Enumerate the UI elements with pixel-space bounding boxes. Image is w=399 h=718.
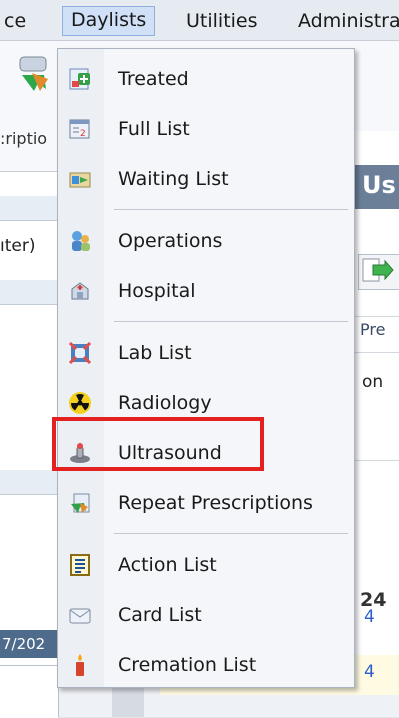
menu-item-label: Operations <box>118 230 223 252</box>
menu-item-label: Card List <box>118 604 202 626</box>
menu-separator <box>114 209 348 210</box>
menu-service[interactable]: ce <box>0 8 34 34</box>
cremation-candle-icon <box>76 654 84 676</box>
menu-item-full-list[interactable]: 2 Full List <box>58 105 354 155</box>
prescription-icon[interactable] <box>14 53 54 93</box>
menu-item-hospital[interactable]: Hospital <box>58 267 354 317</box>
menu-item-label: Repeat Prescriptions <box>118 492 313 514</box>
menu-item-waiting-list[interactable]: Waiting List <box>58 155 354 205</box>
daylists-menu: Treated 2 Full List Waiting List Operati… <box>57 48 355 688</box>
menu-item-treated[interactable]: Treated <box>58 55 354 105</box>
waiting-list-icon <box>69 172 91 188</box>
arrow-right-icon <box>362 258 394 282</box>
list-link[interactable]: 4 <box>364 662 375 682</box>
menu-item-label: Hospital <box>118 280 196 302</box>
menu-item-label: Treated <box>118 68 189 90</box>
forward-button[interactable] <box>358 254 399 290</box>
treated-icon <box>69 68 90 90</box>
right-panel-text: on <box>362 372 384 392</box>
menu-item-label: Waiting List <box>118 168 229 190</box>
left-panel-strip-2 <box>0 470 58 495</box>
menu-separator <box>114 533 348 534</box>
toolbar-prescription-label: :riptio <box>0 129 48 148</box>
hospital-icon <box>71 282 89 300</box>
menu-item-repeat-prescriptions[interactable]: Repeat Prescriptions <box>58 479 354 529</box>
left-panel-text: ıter) <box>0 236 36 256</box>
tab-prescriptions[interactable]: Pre <box>360 320 385 339</box>
menu-item-label: Full List <box>118 118 190 140</box>
full-list-icon: 2 <box>69 119 90 139</box>
highlight-box <box>52 417 264 471</box>
menu-item-lab-list[interactable]: Lab List <box>58 329 354 379</box>
row-divider <box>350 316 399 317</box>
left-panel-date[interactable]: 7/202 <box>0 630 60 658</box>
menu-item-cremation-list[interactable]: Cremation List <box>58 641 354 691</box>
repeat-prescriptions-icon <box>71 493 90 513</box>
lab-list-icon <box>68 341 92 365</box>
menu-item-label: Lab List <box>118 342 192 364</box>
left-panel-header <box>0 196 58 221</box>
menu-item-operations[interactable]: Operations <box>58 217 354 267</box>
menu-item-label: Radiology <box>118 392 212 414</box>
right-panel-title: Us <box>362 171 396 199</box>
menu-daylists[interactable]: Daylists <box>62 6 156 36</box>
menu-administration[interactable]: Administra <box>290 8 399 34</box>
row-divider <box>350 460 399 461</box>
menu-utilities[interactable]: Utilities <box>178 8 266 34</box>
svg-text:2: 2 <box>80 129 86 139</box>
menu-item-action-list[interactable]: Action List <box>58 541 354 591</box>
list-link[interactable]: 4 <box>364 607 375 627</box>
menu-bar: ce Daylists Utilities Administra <box>0 0 399 41</box>
radiation-icon <box>69 392 91 414</box>
left-panel-strip <box>0 280 58 305</box>
row-divider <box>350 352 399 353</box>
menu-item-label: Action List <box>118 554 217 576</box>
menu-item-label: Cremation List <box>118 654 257 676</box>
action-list-icon <box>70 554 90 576</box>
operations-icon <box>72 231 90 251</box>
menu-item-card-list[interactable]: Card List <box>58 591 354 641</box>
left-panel-bottom <box>0 665 58 718</box>
menu-separator <box>114 321 348 322</box>
card-list-icon <box>69 608 91 624</box>
